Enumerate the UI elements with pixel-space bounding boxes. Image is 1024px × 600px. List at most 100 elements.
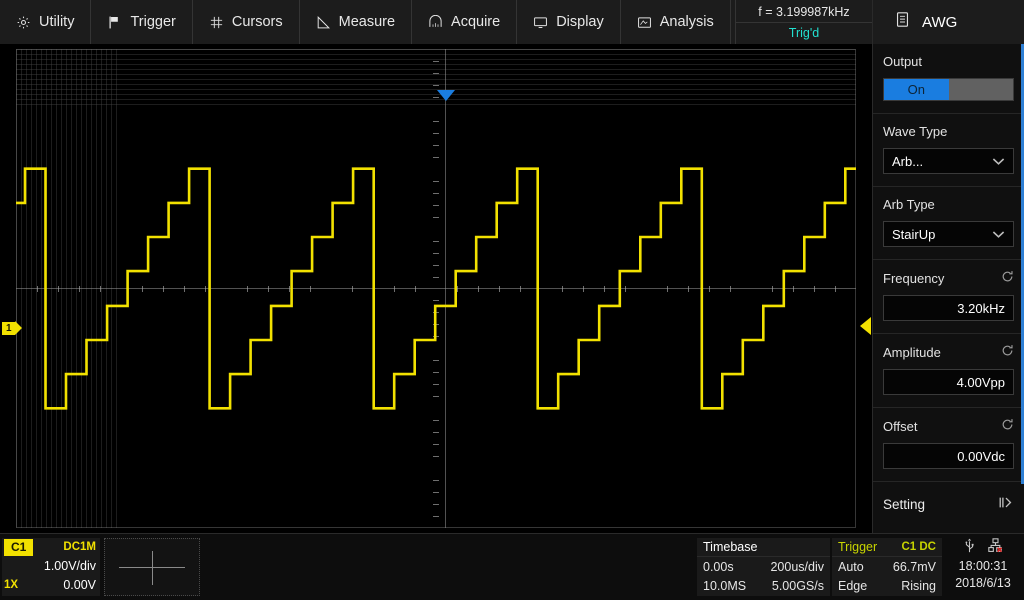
awg-offset-label-row: Offset: [883, 418, 1014, 434]
trigger-status-badge: Trig'd: [736, 22, 872, 42]
chevron-down-icon: [992, 154, 1005, 169]
awg-frequency-label-row: Frequency: [883, 270, 1014, 286]
frequency-counter-box: f = 3.199987kHz Trig'd: [735, 0, 872, 44]
crosshair-grid-icon: [209, 15, 224, 30]
awg-wave-type-section: Wave Type Arb...: [873, 114, 1024, 187]
awg-output-toggle-on[interactable]: On: [884, 79, 949, 100]
timebase-sample-rate: 5.00GS/s: [772, 579, 824, 593]
awg-wave-type-select[interactable]: Arb...: [883, 148, 1014, 174]
refresh-icon[interactable]: [1001, 344, 1014, 360]
menu-item-display[interactable]: Display: [517, 0, 621, 44]
lan-disconnected-icon[interactable]: [988, 538, 1003, 558]
trigger-slope: Rising: [901, 579, 936, 593]
awg-output-label-row: Output: [883, 54, 1014, 69]
timebase-title: Timebase: [703, 540, 757, 554]
timebase-memory: 10.0MS: [703, 579, 746, 593]
awg-offset-section: Offset 0.00Vdc: [873, 408, 1024, 482]
refresh-icon[interactable]: [1001, 270, 1014, 286]
awg-offset-label: Offset: [883, 419, 917, 434]
channel-ground-marker-label: 1: [2, 322, 15, 335]
chevron-down-icon: [992, 227, 1005, 242]
menu-item-label: Analysis: [660, 14, 714, 30]
awg-wave-type-label: Wave Type: [883, 124, 947, 139]
channel-info-box[interactable]: C1 DC1M 1.00V/div 1X 0.00V: [2, 538, 100, 596]
channel-coupling: DC1M: [63, 541, 96, 553]
channel-badge[interactable]: C1: [4, 539, 33, 556]
triangle-ruler-icon: [316, 15, 331, 30]
trigger-mode: Auto: [838, 560, 864, 574]
timebase-info-box[interactable]: Timebase 0.00s 200us/div 10.0MS 5.00GS/s: [697, 538, 830, 596]
awg-setting-label: Setting: [883, 497, 925, 512]
acquire-icon: [428, 15, 443, 30]
menu-item-cursors[interactable]: Cursors: [193, 0, 300, 44]
awg-arb-type-label: Arb Type: [883, 197, 935, 212]
channel-header-row: C1 DC1M: [2, 538, 100, 556]
status-icons: [944, 538, 1022, 558]
trigger-position-marker[interactable]: [437, 90, 455, 101]
trigger-title: Trigger: [838, 540, 877, 554]
trigger-level-marker[interactable]: [860, 317, 871, 335]
menu-item-label: Cursors: [232, 14, 283, 30]
awg-output-toggle-off[interactable]: [949, 79, 1014, 100]
awg-frequency-label: Frequency: [883, 271, 944, 286]
menu-item-acquire[interactable]: Acquire: [412, 0, 517, 44]
timebase-delay: 0.00s: [703, 560, 734, 574]
frequency-readout: f = 3.199987kHz: [736, 3, 872, 22]
waveform-trace: [0, 44, 872, 533]
awg-setting-button[interactable]: Setting: [873, 482, 1024, 526]
trigger-title-row: Trigger C1 DC: [832, 538, 942, 557]
usb-icon[interactable]: [963, 538, 976, 558]
awg-title: AWG: [922, 14, 957, 31]
gear-icon: [16, 15, 31, 30]
menu-item-label: Utility: [39, 14, 74, 30]
menu-item-label: Acquire: [451, 14, 500, 30]
awg-amplitude-label: Amplitude: [883, 345, 941, 360]
menu-item-trigger[interactable]: Trigger: [91, 0, 192, 44]
awg-control-panel: Output On Wave Type Arb... A: [872, 44, 1024, 533]
menu-item-label: Trigger: [130, 14, 175, 30]
awg-offset-value: 0.00Vdc: [957, 449, 1005, 464]
oscilloscope-screen: Utility Trigger Cursors: [0, 0, 1024, 600]
refresh-icon[interactable]: [1001, 418, 1014, 434]
trigger-row-1: Auto 66.7mV: [832, 557, 942, 576]
waveform-thumbnail[interactable]: [104, 538, 200, 596]
menu-item-utility[interactable]: Utility: [0, 0, 91, 44]
menu-item-label: Display: [556, 14, 604, 30]
timebase-title-row: Timebase: [697, 538, 830, 557]
awg-panel-header[interactable]: AWG: [872, 0, 1024, 44]
channel-ground-marker-tip: [15, 321, 22, 335]
timebase-time-per-div: 200us/div: [770, 560, 824, 574]
trigger-level: 66.7mV: [893, 560, 936, 574]
awg-amplitude-section: Amplitude 4.00Vpp: [873, 334, 1024, 408]
trigger-type: Edge: [838, 579, 867, 593]
awg-arb-type-select[interactable]: StairUp: [883, 221, 1014, 247]
awg-arb-type-value: StairUp: [892, 227, 935, 242]
awg-wave-type-value: Arb...: [892, 154, 923, 169]
channel-offset-row: 1X 0.00V: [2, 575, 100, 594]
document-list-icon: [895, 11, 910, 33]
menu-item-analysis[interactable]: Analysis: [621, 0, 731, 44]
awg-amplitude-input[interactable]: 4.00Vpp: [883, 369, 1014, 395]
awg-offset-input[interactable]: 0.00Vdc: [883, 443, 1014, 469]
awg-wave-type-label-row: Wave Type: [883, 124, 1014, 139]
channel-probe: 1X: [4, 579, 18, 591]
trigger-info-box[interactable]: Trigger C1 DC Auto 66.7mV Edge Rising: [832, 538, 942, 596]
awg-amplitude-value: 4.00Vpp: [957, 375, 1005, 390]
timebase-row-2: 10.0MS 5.00GS/s: [697, 576, 830, 595]
channel-ground-marker[interactable]: 1: [2, 321, 22, 335]
status-bar: C1 DC1M 1.00V/div 1X 0.00V Timebase 0.00…: [0, 533, 1024, 600]
analysis-icon: [637, 15, 652, 30]
awg-frequency-value: 3.20kHz: [957, 301, 1005, 316]
awg-frequency-input[interactable]: 3.20kHz: [883, 295, 1014, 321]
expand-right-icon: [998, 496, 1014, 512]
timebase-row-1: 0.00s 200us/div: [697, 557, 830, 576]
menu-item-measure[interactable]: Measure: [300, 0, 412, 44]
awg-arb-type-section: Arb Type StairUp: [873, 187, 1024, 260]
trigger-row-2: Edge Rising: [832, 576, 942, 595]
awg-output-toggle[interactable]: On: [883, 78, 1014, 101]
channel-volts-per-div: 1.00V/div: [44, 559, 96, 573]
awg-arb-type-label-row: Arb Type: [883, 197, 1014, 212]
waveform-display[interactable]: 1: [0, 44, 872, 533]
trigger-source: C1 DC: [901, 541, 936, 553]
monitor-icon: [533, 15, 548, 30]
